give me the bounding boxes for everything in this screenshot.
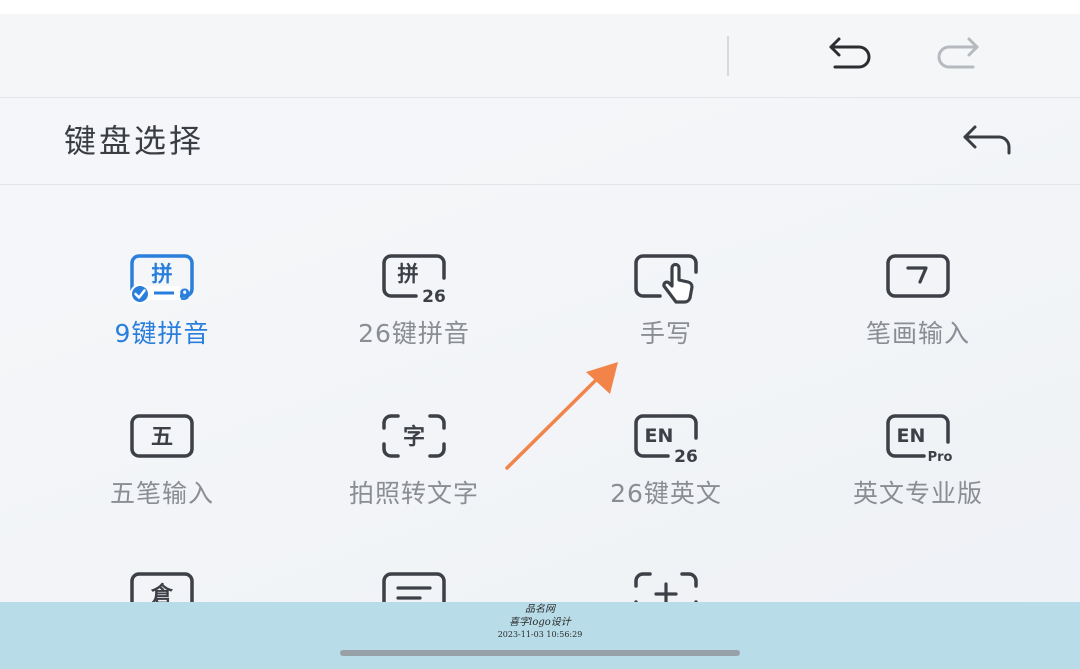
keyboard-option-english-26[interactable]: EN 26 26键英文 xyxy=(546,412,786,522)
keyboard-label: 26键英文 xyxy=(610,479,722,508)
keyboard-label: 笔画输入 xyxy=(865,319,970,348)
undo-icon xyxy=(829,37,871,69)
keyboard-option-handwriting[interactable]: 手写 xyxy=(546,252,786,362)
keyboard-label: 26键拼音 xyxy=(358,319,470,348)
english-pro-icon: EN Pro xyxy=(884,412,952,468)
svg-text:9: 9 xyxy=(179,285,190,304)
redo-button[interactable] xyxy=(930,30,990,80)
edit-toolbar xyxy=(0,14,1080,98)
pinyin-9-icon: 拼 9 xyxy=(128,252,196,308)
keyboard-label: 手写 xyxy=(639,319,692,348)
svg-text:拼: 拼 xyxy=(152,262,173,286)
keyboard-option-english-pro[interactable]: EN Pro 英文专业版 xyxy=(798,412,1038,522)
svg-text:26: 26 xyxy=(422,287,446,307)
toolbar-divider xyxy=(727,36,729,76)
svg-text:26: 26 xyxy=(674,447,698,467)
back-arrow-icon xyxy=(963,125,1011,155)
keyboard-option-pinyin-26[interactable]: 拼 26 26键拼音 xyxy=(294,252,534,362)
home-indicator[interactable] xyxy=(340,650,740,656)
keyboard-option-pinyin-9[interactable]: 拼 9 9键拼音 xyxy=(42,252,282,362)
redo-icon xyxy=(937,37,979,69)
keyboard-label: 英文专业版 xyxy=(852,479,983,508)
undo-button[interactable] xyxy=(818,30,878,80)
svg-text:Pro: Pro xyxy=(928,450,952,465)
watermark-line: 喜字logo设计 xyxy=(509,617,571,628)
svg-text:EN: EN xyxy=(645,425,674,447)
watermark-timestamp: 2023-11-03 10:56:29 xyxy=(497,630,583,639)
handwriting-icon xyxy=(632,252,700,308)
back-button[interactable] xyxy=(952,116,1022,166)
page-title: 键盘选择 xyxy=(64,122,205,160)
svg-text:EN: EN xyxy=(897,425,926,447)
keyboard-option-wubi[interactable]: 五 五笔输入 xyxy=(42,412,282,522)
keyboard-label: 拍照转文字 xyxy=(348,479,479,508)
keyboard-label: 9键拼音 xyxy=(114,319,210,348)
pinyin-26-icon: 拼 26 xyxy=(380,252,448,308)
stroke-icon xyxy=(884,252,952,308)
wubi-icon: 五 xyxy=(128,412,196,468)
bottom-bar: 品名网 喜字logo设计 2023-11-03 10:56:29 xyxy=(0,602,1080,669)
keyboard-option-photo-to-text[interactable]: 字 拍照转文字 xyxy=(294,412,534,522)
status-area xyxy=(0,0,1080,14)
svg-text:拼: 拼 xyxy=(398,262,419,286)
svg-text:五: 五 xyxy=(151,425,173,450)
keyboard-option-stroke[interactable]: 笔画输入 xyxy=(798,252,1038,362)
watermark-line: 品名网 xyxy=(525,604,555,615)
keyboard-label: 五笔输入 xyxy=(109,479,214,508)
keyboard-selection-screen: 键盘选择 拼 9 9键拼音 拼 26 26键拼音 手写 笔画输入 五 五笔输入 … xyxy=(0,0,1080,669)
keyboard-selection-header: 键盘选择 xyxy=(0,98,1080,185)
watermark: 品名网 喜字logo设计 2023-11-03 10:56:29 xyxy=(470,602,610,640)
photo-to-text-icon: 字 xyxy=(380,412,448,468)
english-26-icon: EN 26 xyxy=(632,412,700,468)
svg-text:字: 字 xyxy=(403,424,425,450)
